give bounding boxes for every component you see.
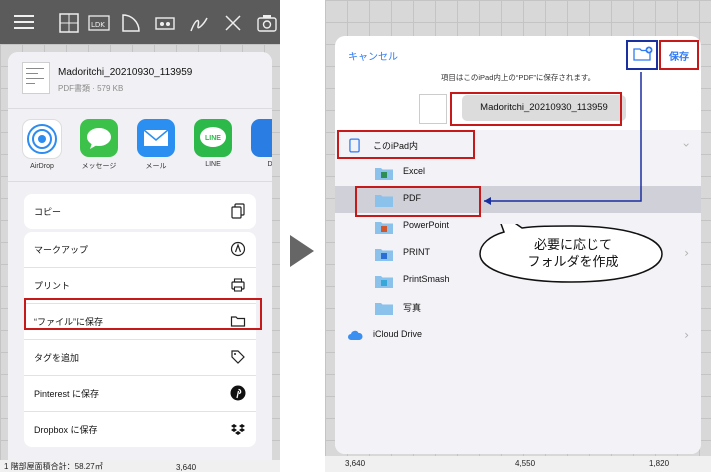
- callout-line-1: 必要に応じて: [533, 237, 612, 252]
- callout-line-2: フォルダを作成: [527, 254, 619, 269]
- callout-bubble: 必要に応じて フォルダを作成: [478, 224, 664, 284]
